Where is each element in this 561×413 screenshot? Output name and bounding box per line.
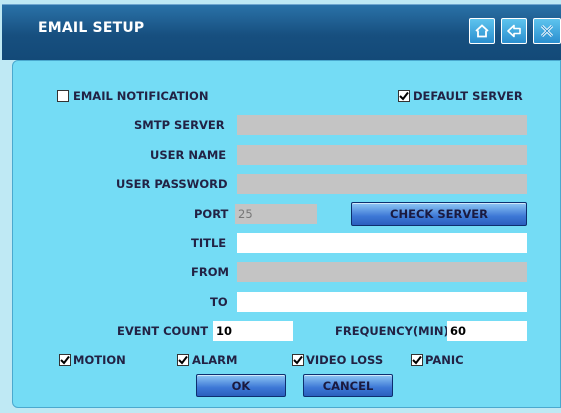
event-count-input[interactable]	[213, 321, 293, 341]
port-label: PORT	[194, 207, 229, 221]
check-server-button[interactable]: CHECK SERVER	[351, 202, 527, 226]
video-loss-checkbox[interactable]	[292, 354, 304, 366]
to-label: TO	[210, 295, 228, 309]
close-icon	[540, 24, 554, 38]
home-button[interactable]	[469, 18, 495, 44]
cancel-button[interactable]: CANCEL	[303, 374, 393, 397]
alarm-checkbox[interactable]	[177, 354, 189, 366]
back-button[interactable]	[501, 18, 527, 44]
email-notification-label: EMAIL NOTIFICATION	[73, 89, 209, 103]
motion-label: MOTION	[73, 353, 126, 367]
from-input[interactable]	[237, 262, 527, 282]
home-icon	[475, 24, 489, 38]
video-loss-label: VIDEO LOSS	[306, 353, 384, 367]
from-label: FROM	[191, 265, 229, 279]
checkmark-icon	[399, 91, 409, 101]
close-button[interactable]	[533, 18, 561, 44]
smtp-server-input[interactable]	[237, 115, 527, 135]
title-label: TITLE	[191, 236, 227, 250]
title-input[interactable]	[237, 233, 527, 253]
user-password-input[interactable]	[237, 174, 527, 194]
ok-button[interactable]: OK	[196, 374, 286, 397]
email-setup-dialog: EMAIL SETUP EMAIL NOTIFICATION DEFAULT S…	[0, 0, 561, 413]
port-input[interactable]	[235, 204, 317, 224]
default-server-checkbox[interactable]	[398, 90, 410, 102]
panic-checkbox[interactable]	[411, 354, 423, 366]
frequency-label: FREQUENCY(MIN)	[335, 324, 449, 338]
checkmark-icon	[412, 355, 422, 365]
frequency-input[interactable]	[447, 321, 527, 341]
arrow-left-icon	[507, 24, 521, 38]
to-input[interactable]	[237, 292, 527, 312]
user-name-label: USER NAME	[150, 148, 227, 162]
ok-label: OK	[231, 378, 251, 393]
smtp-server-label: SMTP SERVER	[134, 118, 225, 132]
window-title: EMAIL SETUP	[38, 20, 145, 36]
motion-checkbox[interactable]	[59, 354, 71, 366]
checkmark-icon	[178, 355, 188, 365]
panel-edge	[0, 60, 12, 413]
title-bar: EMAIL SETUP	[2, 4, 561, 60]
event-count-label: EVENT COUNT	[117, 324, 209, 338]
email-notification-checkbox[interactable]	[57, 90, 69, 102]
checkmark-icon	[293, 355, 303, 365]
user-name-input[interactable]	[237, 145, 527, 165]
user-password-label: USER PASSWORD	[116, 177, 228, 191]
cancel-label: CANCEL	[322, 378, 374, 393]
checkmark-icon	[60, 355, 70, 365]
alarm-label: ALARM	[192, 353, 238, 367]
panic-label: PANIC	[425, 353, 464, 367]
default-server-label: DEFAULT SERVER	[413, 89, 523, 103]
check-server-label: CHECK SERVER	[390, 207, 488, 221]
